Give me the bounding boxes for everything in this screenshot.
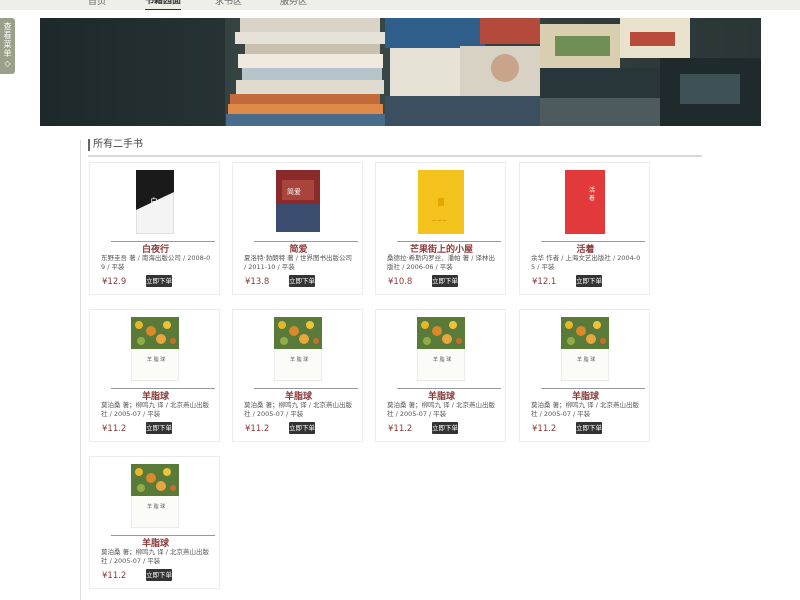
nav-home[interactable]: 首页 (88, 0, 106, 10)
banner-image (40, 18, 761, 126)
book-price: ¥11.2 (102, 424, 127, 434)
order-button[interactable]: 立即下单 (432, 275, 458, 287)
side-menu-label: 查看菜单 (3, 22, 12, 58)
book-card[interactable]: 活着活着余华 作者 / 上海文艺出版社 / 2004-05 / 平装 ¥12.1 立… (519, 162, 650, 295)
order-button[interactable]: 立即下单 (432, 422, 458, 434)
book-meta: 莫泊桑 著；柳鸣九 译 / 北京燕山出版社 / 2005-07 / 平装 (387, 401, 495, 418)
book-cover[interactable]: 简爱 (275, 170, 320, 236)
book-meta: 莫泊桑 著；柳鸣九 译 / 北京燕山出版社 / 2005-07 / 平装 (531, 401, 639, 418)
book-meta: 东野圭吾 著 / 南海出版公司 / 2008-09 / 平装 (101, 254, 211, 271)
top-nav: 首页 书籍园面 求书区 服务区 (0, 0, 800, 10)
order-button[interactable]: 立即下单 (576, 275, 602, 287)
book-price: ¥11.2 (102, 571, 127, 581)
svg-text:羊 脂 球: 羊 脂 球 (147, 503, 165, 510)
svg-text:— — —: — — — (432, 218, 447, 223)
book-price: ¥11.2 (532, 424, 557, 434)
side-menu-tab[interactable]: 查看菜单 ◇ (0, 18, 15, 74)
order-button[interactable]: 立即下单 (289, 422, 315, 434)
svg-text:着: 着 (589, 194, 595, 202)
order-button[interactable]: 立即下单 (289, 275, 315, 287)
order-button[interactable]: 立即下单 (146, 569, 172, 581)
content-divider (80, 140, 81, 600)
svg-text:羊 脂 球: 羊 脂 球 (290, 356, 308, 363)
book-meta: 夏洛特·勃朗特 著 / 世界图书出版公司 / 2011-10 / 平装 (244, 254, 352, 271)
book-price: ¥11.2 (388, 424, 413, 434)
book-meta: 莫泊桑 著；柳鸣九 译 / 北京燕山出版社 / 2005-07 / 平装 (101, 548, 209, 565)
arrow-icon: ◇ (4, 59, 11, 68)
book-cover[interactable]: 羊 脂 球 (130, 463, 179, 532)
nav-service[interactable]: 服务区 (280, 0, 307, 10)
svg-text:白: 白 (150, 196, 158, 206)
nav-request[interactable]: 求书区 (215, 0, 242, 10)
book-price: ¥12.1 (532, 277, 557, 287)
book-card[interactable]: 白白夜行 东野圭吾 著 / 南海出版公司 / 2008-09 / 平装 ¥12.9 立… (89, 162, 220, 295)
book-card[interactable]: 羊 脂 球羊脂球 莫泊桑 著；柳鸣九 译 / 北京燕山出版社 / 2005-07 … (89, 456, 220, 589)
nav-books[interactable]: 书籍园面 (145, 0, 182, 10)
book-cover[interactable]: 羊 脂 球 (560, 316, 609, 385)
book-meta: 桑德拉·希斯内罗丝、潘帕 著 / 译林出版社 / 2006-06 / 平装 (387, 254, 495, 271)
book-price: ¥13.8 (245, 277, 270, 287)
svg-text:羊 脂 球: 羊 脂 球 (147, 356, 165, 363)
order-button[interactable]: 立即下单 (576, 422, 602, 434)
book-cover[interactable]: 羊 脂 球 (416, 316, 465, 385)
book-card[interactable]: 羊 脂 球羊脂球 莫泊桑 著；柳鸣九 译 / 北京燕山出版社 / 2005-07 … (232, 309, 363, 442)
svg-text:羊 脂 球: 羊 脂 球 (577, 356, 595, 363)
book-cover[interactable]: 活着 (564, 170, 605, 238)
book-cover[interactable]: 羊 脂 球 (130, 316, 179, 385)
section-divider (88, 155, 702, 157)
book-price: ¥10.8 (388, 277, 413, 287)
order-button[interactable]: 立即下单 (146, 275, 172, 287)
section-title: 所有二手书 (88, 139, 143, 151)
book-card[interactable]: — — — 芒果街上的小屋 桑德拉·希斯内罗丝、潘帕 著 / 译林出版社 / 200… (375, 162, 506, 295)
book-price: ¥12.9 (102, 277, 127, 287)
book-cover[interactable]: — — — (417, 170, 464, 238)
book-cover[interactable]: 白 (135, 169, 174, 238)
svg-text:活: 活 (589, 186, 595, 194)
book-card[interactable]: 简爱 简爱 夏洛特·勃朗特 著 / 世界图书出版公司 / 2011-10 / 平装 ¥… (232, 162, 363, 295)
svg-text:简爱: 简爱 (287, 187, 301, 196)
book-card[interactable]: 羊 脂 球羊脂球 莫泊桑 著；柳鸣九 译 / 北京燕山出版社 / 2005-07 … (375, 309, 506, 442)
order-button[interactable]: 立即下单 (146, 422, 172, 434)
book-meta: 莫泊桑 著；柳鸣九 译 / 北京燕山出版社 / 2005-07 / 平装 (244, 401, 352, 418)
book-price: ¥11.2 (245, 424, 270, 434)
book-meta: 莫泊桑 著；柳鸣九 译 / 北京燕山出版社 / 2005-07 / 平装 (101, 401, 209, 418)
book-cover[interactable]: 羊 脂 球 (273, 316, 322, 385)
book-meta: 余华 作者 / 上海文艺出版社 / 2004-05 / 平装 (531, 254, 641, 271)
svg-text:羊 脂 球: 羊 脂 球 (433, 356, 451, 363)
book-card[interactable]: 羊 脂 球羊脂球 莫泊桑 著；柳鸣九 译 / 北京燕山出版社 / 2005-07 … (519, 309, 650, 442)
book-card[interactable]: 羊 脂 球羊脂球 莫泊桑 著；柳鸣九 译 / 北京燕山出版社 / 2005-07 … (89, 309, 220, 442)
